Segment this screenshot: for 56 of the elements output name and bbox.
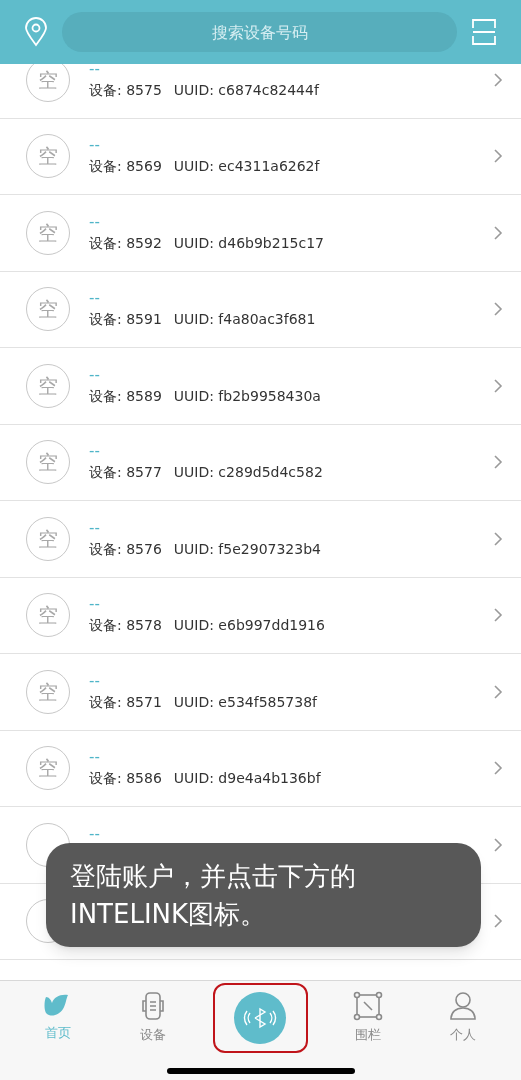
chevron-right-icon xyxy=(493,224,503,241)
device-name: -- xyxy=(89,670,101,691)
device-number: 设备: 8589 xyxy=(89,386,162,406)
device-number: 设备: 8575 xyxy=(89,80,162,100)
device-uuid: UUID: e534f585738f xyxy=(173,692,317,712)
chevron-right-icon xyxy=(493,913,503,930)
device-uuid: UUID: f4a80ac3f681 xyxy=(173,310,316,330)
device-uuid: UUID: e6b997dd1916 xyxy=(173,616,325,636)
device-name: -- xyxy=(89,747,101,768)
fence-icon xyxy=(353,991,384,1022)
tab-bar-item[interactable]: 围栏 xyxy=(333,991,404,1045)
device-number: 设备: 8591 xyxy=(89,310,162,330)
device-icon xyxy=(139,991,166,1022)
chevron-right-icon xyxy=(493,377,503,394)
scan-icon[interactable] xyxy=(471,18,497,46)
device-number: 设备: 8571 xyxy=(89,692,162,712)
device-uuid: UUID: ec4311a6262f xyxy=(173,157,320,177)
device-number: 设备: 8578 xyxy=(89,616,162,636)
device-number: 设备: 8577 xyxy=(89,463,162,483)
device-name: -- xyxy=(89,594,101,615)
chevron-right-icon xyxy=(493,760,503,777)
chevron-right-icon xyxy=(493,530,503,547)
device-number: 设备: 8592 xyxy=(89,233,162,253)
chevron-right-icon xyxy=(493,683,503,700)
device-uuid: UUID: c289d5d4c582 xyxy=(173,463,323,483)
bluetooth-icon xyxy=(242,1007,279,1029)
device-name: -- xyxy=(89,441,101,462)
chevron-right-icon xyxy=(493,148,503,165)
device-uuid: UUID: d46b9b215c17 xyxy=(173,233,324,253)
device-name: -- xyxy=(89,364,101,385)
device-name: -- xyxy=(89,135,101,156)
toast-message: 登陆账户，并点击下方的INTELINK图标。 xyxy=(46,843,481,947)
bluetooth-button[interactable] xyxy=(234,992,287,1044)
device-name: -- xyxy=(89,211,101,232)
chevron-right-icon xyxy=(493,836,503,853)
device-number: 设备: 8576 xyxy=(89,539,162,559)
chevron-right-icon xyxy=(493,454,503,471)
chevron-right-icon xyxy=(493,607,503,624)
device-uuid: UUID: c6874c82444f xyxy=(173,80,319,100)
device-name: -- xyxy=(89,517,101,538)
device-number: 设备: 8586 xyxy=(89,769,162,789)
tab-bar-item[interactable]: 个人 xyxy=(428,991,499,1045)
tab-bar-item[interactable]: 设备 xyxy=(117,991,188,1045)
person-icon xyxy=(449,991,478,1022)
device-uuid: UUID: d9e4a4b136bf xyxy=(173,769,321,789)
device-name: -- xyxy=(89,288,101,309)
location-pin-icon[interactable] xyxy=(24,17,48,47)
device-name: -- xyxy=(89,64,101,79)
device-uuid: UUID: f5e2907323b4 xyxy=(173,539,321,559)
device-name: -- xyxy=(89,823,101,844)
tab-bar-item[interactable]: 首页 xyxy=(22,993,93,1043)
device-number: 设备: 8569 xyxy=(89,157,162,177)
chevron-right-icon xyxy=(493,301,503,318)
device-uuid: UUID: fb2b9958430a xyxy=(173,386,321,406)
chevron-right-icon xyxy=(493,71,503,88)
search-field[interactable]: 搜索设备号码 xyxy=(62,12,457,52)
